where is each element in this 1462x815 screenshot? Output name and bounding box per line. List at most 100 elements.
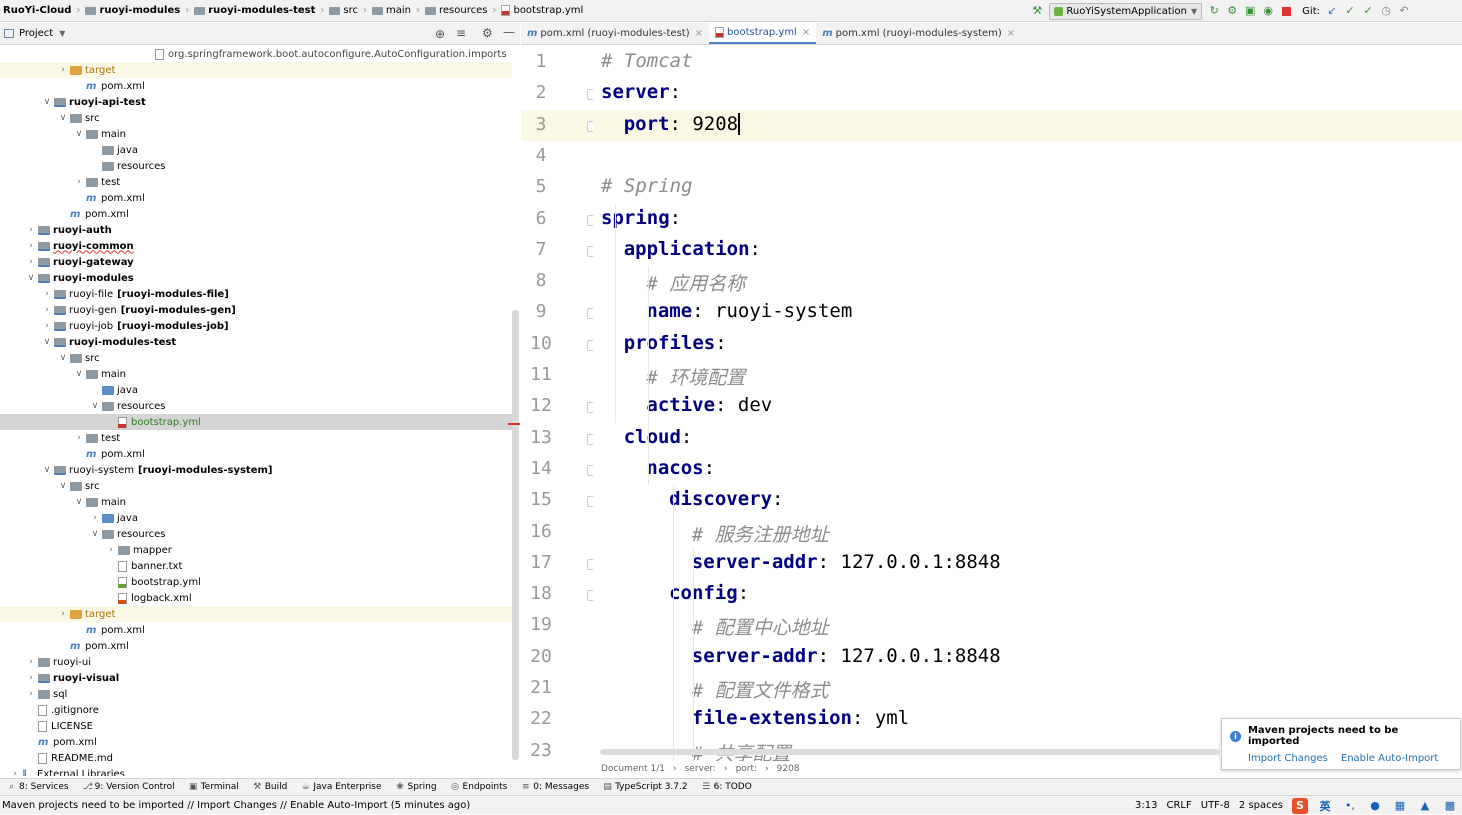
collapse-arrow-icon[interactable]: › <box>42 321 52 331</box>
tree-node[interactable]: › test <box>0 430 512 446</box>
collapse-arrow-icon[interactable]: › <box>26 241 36 251</box>
enable-auto-import-link[interactable]: Enable Auto-Import <box>1341 753 1438 764</box>
tool-window-button[interactable]: ▤ TypeScript 3.7.2 <box>596 782 695 792</box>
status-message[interactable]: Maven projects need to be imported // Im… <box>0 800 470 811</box>
tree-node[interactable]: org.springframework.boot.autoconfigure.A… <box>0 46 512 62</box>
expand-arrow-icon[interactable]: ∨ <box>58 353 68 363</box>
tree-node[interactable]: m pom.xml <box>0 638 512 654</box>
tree-node[interactable]: m pom.xml <box>0 78 512 94</box>
git-rollback-icon[interactable]: ↶ <box>1398 5 1410 17</box>
code-editor[interactable]: # Tomcat server: port: 9208 # Spring spring:… <box>593 45 1462 761</box>
expand-arrow-icon[interactable]: ∨ <box>58 481 68 491</box>
build-hammer-icon[interactable]: ⚒ <box>1031 5 1043 17</box>
stop-icon[interactable] <box>1280 5 1292 17</box>
file-encoding[interactable]: UTF-8 <box>1201 800 1230 811</box>
tree-node[interactable]: ∨ src <box>0 478 512 494</box>
git-history-icon[interactable]: ◷ <box>1380 5 1392 17</box>
tool-window-button[interactable]: ≡ 0: Messages <box>514 782 596 792</box>
tree-node[interactable]: › mapper <box>0 542 512 558</box>
breadcrumb-item[interactable]: src <box>326 0 361 22</box>
close-icon[interactable]: × <box>802 27 810 38</box>
tool-window-button[interactable]: ☕ Java Enterprise <box>294 782 388 792</box>
sogou-ime-icon[interactable]: S <box>1292 797 1308 814</box>
breadcrumb-item[interactable]: RuoYi-Cloud <box>0 0 74 22</box>
tree-node[interactable]: › ‖ External Libraries <box>0 766 512 777</box>
breadcrumb-item[interactable]: ruoyi-modules <box>82 0 183 22</box>
tree-node[interactable]: m pom.xml <box>0 446 512 462</box>
tree-node[interactable]: ∨ main <box>0 494 512 510</box>
tree-node[interactable]: › ruoyi-file [ruoyi-modules-file] <box>0 286 512 302</box>
tree-node[interactable]: ∨ resources <box>0 526 512 542</box>
locate-icon[interactable]: ⊕ <box>435 27 445 41</box>
tree-node[interactable]: README.md <box>0 750 512 766</box>
tree-node[interactable]: LICENSE <box>0 718 512 734</box>
tree-node[interactable]: bootstrap.yml <box>0 574 512 590</box>
tree-node[interactable]: ∨ ruoyi-modules <box>0 270 512 286</box>
close-icon[interactable]: × <box>695 28 703 39</box>
tree-node[interactable]: ∨ ruoyi-modules-test <box>0 334 512 350</box>
project-tree-scrollbar[interactable] <box>512 310 519 760</box>
tree-node[interactable]: › ruoyi-auth <box>0 222 512 238</box>
hide-panel-icon[interactable]: — <box>503 25 515 39</box>
git-commit-icon[interactable]: ✓ <box>1344 5 1356 17</box>
collapse-arrow-icon[interactable]: › <box>42 289 52 299</box>
tool-window-button[interactable]: ⌕ 8: Services <box>0 782 76 792</box>
collapse-arrow-icon[interactable]: › <box>26 257 36 267</box>
run-configuration-selector[interactable]: RuoYiSystemApplication ▼ <box>1049 2 1203 20</box>
tree-node[interactable]: › ruoyi-ui <box>0 654 512 670</box>
collapse-arrow-icon[interactable]: › <box>90 513 100 523</box>
tree-node[interactable]: java <box>0 142 512 158</box>
tool-window-button[interactable]: ⎇ 9: Version Control <box>76 782 182 792</box>
tree-node[interactable]: › java <box>0 510 512 526</box>
gear-icon[interactable]: ⚙ <box>482 26 493 40</box>
collapse-arrow-icon[interactable]: › <box>26 689 36 699</box>
coverage-icon[interactable]: ▣ <box>1244 5 1256 17</box>
profiler-icon[interactable]: ◉ <box>1262 5 1274 17</box>
collapse-arrow-icon[interactable]: › <box>58 65 68 75</box>
editor-tab[interactable]: bootstrap.yml × <box>709 22 817 44</box>
editor-horizontal-scrollbar[interactable] <box>600 749 1220 755</box>
collapse-arrow-icon[interactable]: › <box>10 769 20 776</box>
editor-breadcrumb-item[interactable]: 9208 <box>777 764 800 774</box>
editor-breadcrumb-item[interactable]: port: <box>736 764 757 774</box>
tree-node[interactable]: ∨ main <box>0 126 512 142</box>
collapse-arrow-icon[interactable]: › <box>106 545 116 555</box>
expand-arrow-icon[interactable]: ∨ <box>42 97 52 107</box>
editor-breadcrumb-item[interactable]: Document 1/1 <box>601 764 665 774</box>
chevron-down-icon[interactable]: ▼ <box>59 29 65 38</box>
tree-node[interactable]: m pom.xml <box>0 622 512 638</box>
tree-node[interactable]: ∨ resources <box>0 398 512 414</box>
tree-node[interactable]: bootstrap.yml <box>0 414 512 430</box>
tree-node[interactable]: ∨ main <box>0 366 512 382</box>
git-update-icon[interactable]: ↙ <box>1326 5 1338 17</box>
tree-node[interactable]: › sql <box>0 686 512 702</box>
indent-setting[interactable]: 2 spaces <box>1239 800 1283 811</box>
expand-arrow-icon[interactable]: ∨ <box>42 337 52 347</box>
tree-node[interactable]: › target <box>0 606 512 622</box>
microphone-icon[interactable]: ● <box>1367 798 1383 814</box>
git-push-icon[interactable]: ✓ <box>1362 5 1374 17</box>
collapse-arrow-icon[interactable]: › <box>26 225 36 235</box>
rerun-icon[interactable]: ↻ <box>1208 5 1220 17</box>
expand-arrow-icon[interactable]: ∨ <box>90 529 100 539</box>
cursor-position[interactable]: 3:13 <box>1135 800 1157 811</box>
editor-breadcrumb-item[interactable]: server: <box>685 764 716 774</box>
tree-node[interactable]: ∨ ruoyi-api-test <box>0 94 512 110</box>
expand-arrow-icon[interactable]: ∨ <box>74 129 84 139</box>
expand-arrow-icon[interactable]: ∨ <box>42 465 52 475</box>
tree-node[interactable]: › ruoyi-job [ruoyi-modules-job] <box>0 318 512 334</box>
import-changes-link[interactable]: Import Changes <box>1248 753 1328 764</box>
breadcrumb-item[interactable]: ruoyi-modules-test <box>191 0 318 22</box>
tool-window-button[interactable]: ☰ 6: TODO <box>695 782 759 792</box>
shirt-icon[interactable]: ▲ <box>1417 798 1433 814</box>
tool-window-button[interactable]: ❀ Spring <box>389 782 444 792</box>
expand-arrow-icon[interactable]: ∨ <box>58 113 68 123</box>
collapse-arrow-icon[interactable]: › <box>74 433 84 443</box>
tree-node[interactable]: resources <box>0 158 512 174</box>
collapse-arrow-icon[interactable]: › <box>26 657 36 667</box>
tree-node[interactable]: › ruoyi-visual <box>0 670 512 686</box>
tool-window-button[interactable]: ◎ Endpoints <box>444 782 515 792</box>
tree-node[interactable]: › ruoyi-gateway <box>0 254 512 270</box>
punctuation-icon[interactable]: •, <box>1342 798 1358 814</box>
ime-language[interactable]: 英 <box>1317 798 1333 814</box>
